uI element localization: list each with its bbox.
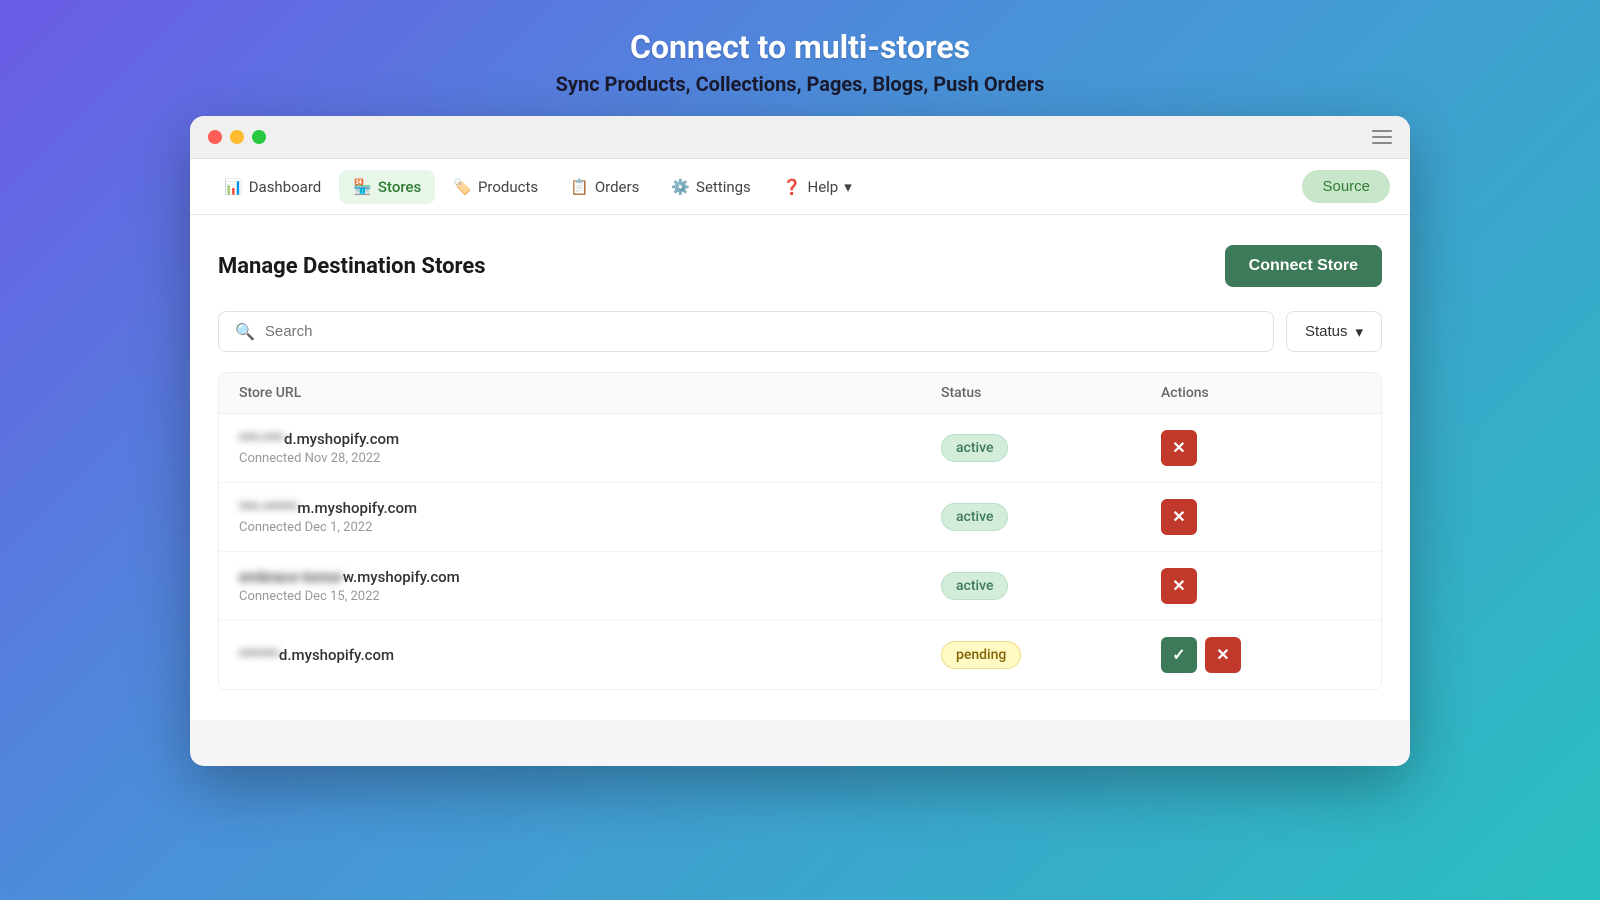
search-input[interactable]: [265, 323, 1257, 340]
store-status-cell: active: [941, 503, 1161, 531]
table-row: ***-***d.myshopify.com Connected Nov 28,…: [219, 414, 1381, 483]
actions-cell: ✕: [1161, 430, 1361, 466]
store-info: embrace-tomorw.myshopify.com Connected D…: [239, 568, 941, 604]
status-badge: active: [941, 503, 1008, 531]
store-url: embrace-tomorw.myshopify.com: [239, 568, 941, 586]
hamburger-menu-icon[interactable]: [1372, 130, 1392, 144]
help-chevron-icon: ▾: [844, 178, 852, 196]
nav-label-settings: Settings: [696, 178, 751, 196]
dashboard-icon: 📊: [224, 178, 243, 196]
confirm-store-button[interactable]: ✓: [1161, 637, 1197, 673]
nav-item-help[interactable]: ❓ Help ▾: [769, 170, 866, 204]
nav-label-orders: Orders: [595, 178, 640, 196]
connect-store-button[interactable]: Connect Store: [1225, 245, 1382, 287]
store-connected-date: Connected Nov 28, 2022: [239, 451, 941, 466]
app-window: 📊 Dashboard 🏪 Stores 🏷️ Products 📋 Order…: [190, 116, 1410, 766]
delete-store-button[interactable]: ✕: [1161, 430, 1197, 466]
nav-label-stores: Stores: [378, 178, 421, 196]
status-filter-chevron-icon: ▾: [1355, 323, 1363, 341]
help-icon: ❓: [783, 178, 802, 196]
nav-bar: 📊 Dashboard 🏪 Stores 🏷️ Products 📋 Order…: [190, 159, 1410, 215]
page-top-bar: Manage Destination Stores Connect Store: [218, 245, 1382, 287]
header-store-url: Store URL: [239, 385, 941, 401]
store-status-cell: active: [941, 572, 1161, 600]
table-row: ***-*****m.myshopify.com Connected Dec 1…: [219, 483, 1381, 552]
orders-icon: 📋: [570, 178, 589, 196]
header-actions: Actions: [1161, 385, 1361, 401]
delete-store-button[interactable]: ✕: [1205, 637, 1241, 673]
source-button[interactable]: Source: [1302, 170, 1390, 203]
search-icon: 🔍: [235, 322, 255, 341]
settings-icon: ⚙️: [671, 178, 690, 196]
nav-label-products: Products: [478, 178, 538, 196]
products-icon: 🏷️: [453, 178, 472, 196]
status-badge: active: [941, 434, 1008, 462]
store-status-cell: pending: [941, 641, 1161, 669]
store-info: ***-***d.myshopify.com Connected Nov 28,…: [239, 430, 941, 466]
search-box: 🔍: [218, 311, 1274, 352]
page-header: Connect to multi-stores Sync Products, C…: [556, 0, 1045, 116]
store-url: ***-***d.myshopify.com: [239, 430, 941, 448]
nav-label-help: Help: [808, 178, 839, 196]
header-status: Status: [941, 385, 1161, 401]
store-url-blurred: ******: [239, 646, 279, 664]
store-info: ******d.myshopify.com: [239, 646, 941, 664]
store-status-cell: active: [941, 434, 1161, 462]
actions-cell: ✕: [1161, 499, 1361, 535]
actions-cell: ✓ ✕: [1161, 637, 1361, 673]
close-window-button[interactable]: [208, 130, 222, 144]
window-controls: [208, 130, 266, 144]
nav-item-stores[interactable]: 🏪 Stores: [339, 170, 435, 204]
maximize-window-button[interactable]: [252, 130, 266, 144]
store-url-blurred: embrace-tomor: [239, 568, 343, 586]
delete-store-button[interactable]: ✕: [1161, 499, 1197, 535]
search-filter-row: 🔍 Status ▾: [218, 311, 1382, 352]
store-url: ******d.myshopify.com: [239, 646, 941, 664]
table-row: ******d.myshopify.com pending ✓ ✕: [219, 621, 1381, 689]
main-subtitle: Sync Products, Collections, Pages, Blogs…: [556, 72, 1045, 96]
nav-item-settings[interactable]: ⚙️ Settings: [657, 170, 764, 204]
nav-label-dashboard: Dashboard: [249, 178, 322, 196]
nav-item-products[interactable]: 🏷️ Products: [439, 170, 552, 204]
store-connected-date: Connected Dec 15, 2022: [239, 589, 941, 604]
page-title: Manage Destination Stores: [218, 254, 486, 279]
table-row: embrace-tomorw.myshopify.com Connected D…: [219, 552, 1381, 621]
stores-table: Store URL Status Actions ***-***d.myshop…: [218, 372, 1382, 690]
store-connected-date: Connected Dec 1, 2022: [239, 520, 941, 535]
nav-item-orders[interactable]: 📋 Orders: [556, 170, 653, 204]
nav-items: 📊 Dashboard 🏪 Stores 🏷️ Products 📋 Order…: [210, 170, 866, 204]
store-info: ***-*****m.myshopify.com Connected Dec 1…: [239, 499, 941, 535]
minimize-window-button[interactable]: [230, 130, 244, 144]
title-bar: [190, 116, 1410, 159]
stores-icon: 🏪: [353, 178, 372, 196]
status-badge: active: [941, 572, 1008, 600]
main-title: Connect to multi-stores: [556, 28, 1045, 66]
status-filter-button[interactable]: Status ▾: [1286, 311, 1382, 352]
nav-item-dashboard[interactable]: 📊 Dashboard: [210, 170, 335, 204]
status-filter-label: Status: [1305, 323, 1348, 340]
store-url: ***-*****m.myshopify.com: [239, 499, 941, 517]
store-url-blurred: ***-***: [239, 430, 284, 448]
actions-cell: ✕: [1161, 568, 1361, 604]
store-url-blurred: ***-*****: [239, 499, 297, 517]
table-header: Store URL Status Actions: [219, 373, 1381, 414]
delete-store-button[interactable]: ✕: [1161, 568, 1197, 604]
status-badge: pending: [941, 641, 1021, 669]
main-content: Manage Destination Stores Connect Store …: [190, 215, 1410, 720]
